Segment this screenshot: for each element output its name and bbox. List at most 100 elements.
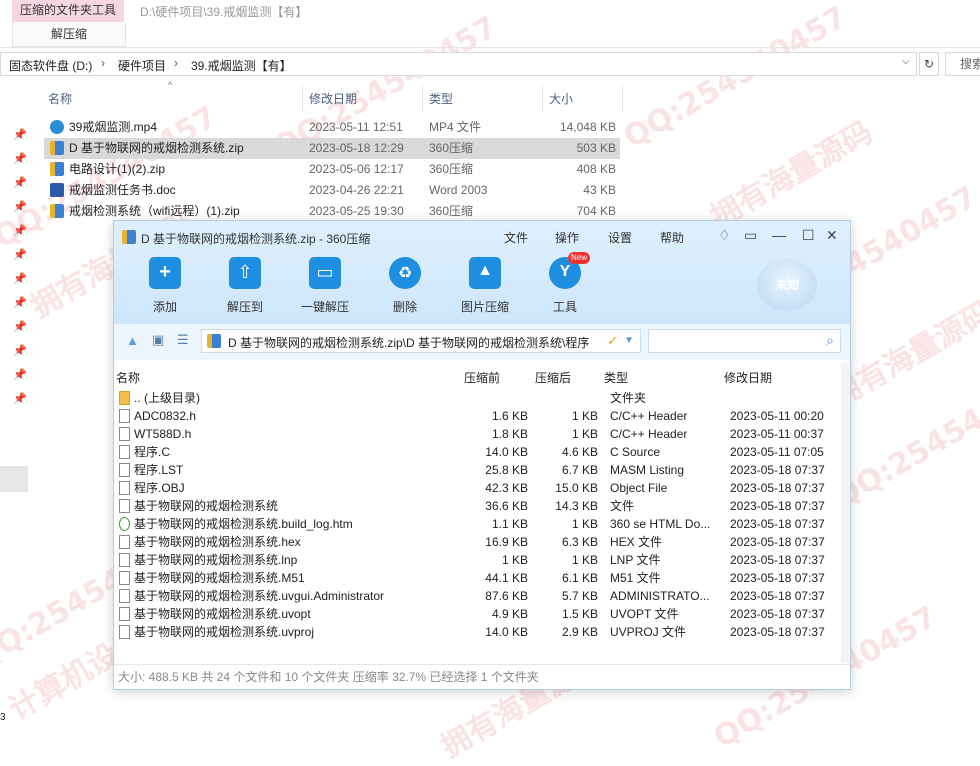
pin-icon[interactable]: 📌	[13, 224, 27, 237]
pin-icon[interactable]: 📌	[13, 152, 27, 165]
breadcrumb-folder[interactable]: 硬件项目	[118, 57, 166, 74]
close-button[interactable]: ✕	[826, 227, 838, 244]
menu-operation[interactable]: 操作	[555, 229, 579, 246]
zip-window[interactable]: D 基于物联网的戒烟检测系统.zip - 360压缩 文件 操作 设置 帮助 ♢…	[113, 220, 851, 690]
file-row[interactable]: 39戒烟监测.mp4 2023-05-11 12:51 MP4 文件 14,04…	[44, 117, 620, 138]
zip-row-packed: 42.3 KB	[485, 481, 528, 495]
menu-settings[interactable]: 设置	[608, 229, 632, 246]
one-click-extract-button[interactable]: ▭ 一键解压	[292, 257, 358, 315]
pin-icon[interactable]: 📌	[13, 344, 27, 357]
nav-pane-selected-item[interactable]	[0, 466, 28, 492]
file-row[interactable]: 电路设计(1)(2).zip 2023-05-06 12:17 360压缩 40…	[44, 159, 620, 180]
pin-icon[interactable]: 📌	[13, 296, 27, 309]
zip-row-name: .. (上级目录)	[134, 391, 200, 405]
pin-icon[interactable]: 📌	[13, 272, 27, 285]
context-tab-compressed-folder-tools[interactable]: 压缩的文件夹工具	[12, 0, 124, 22]
search-input[interactable]: 搜索	[945, 52, 980, 76]
zip-list-row[interactable]: 基于物联网的戒烟检测系统.uvgui.Administrator 87.6 KB…	[114, 587, 850, 605]
file-row[interactable]: 戒烟检测系统（wifi远程）(1).zip 2023-05-25 19:30 3…	[44, 201, 620, 222]
zip-list-row[interactable]: 基于物联网的戒烟检测系统.M51 44.1 KB 6.1 KB M51 文件 2…	[114, 569, 850, 587]
html-file-icon	[119, 517, 130, 531]
unknown-scan-badge[interactable]: 未知	[757, 259, 817, 311]
column-header-type[interactable]: 类型	[429, 90, 453, 107]
column-divider[interactable]	[542, 86, 543, 112]
zip-list-row[interactable]: 基于物联网的戒烟检测系统.hex 16.9 KB 6.3 KB HEX 文件 2…	[114, 533, 850, 551]
zip-list-row[interactable]: 程序.OBJ 42.3 KB 15.0 KB Object File 2023-…	[114, 479, 850, 497]
zip-list-row[interactable]: 基于物联网的戒烟检测系统.build_log.htm 1.1 KB 1 KB 3…	[114, 515, 850, 533]
file-date: 2023-05-25 19:30	[309, 204, 404, 218]
menu-file[interactable]: 文件	[504, 229, 528, 246]
pin-icon[interactable]: 📌	[13, 200, 27, 213]
column-divider[interactable]	[422, 86, 423, 112]
feedback-icon[interactable]: ▭	[744, 227, 757, 244]
tools-button[interactable]: Y 工具	[532, 257, 598, 315]
pin-icon[interactable]: 📌	[13, 320, 27, 333]
chevron-down-icon[interactable]: ⌵	[902, 56, 910, 67]
tab-extract[interactable]: 解压缩	[12, 22, 126, 47]
column-divider[interactable]	[302, 86, 303, 112]
zip-list-row[interactable]: 基于物联网的戒烟检测系统.uvopt 4.9 KB 1.5 KB UVOPT 文…	[114, 605, 850, 623]
zip-column-name[interactable]: 名称	[116, 369, 140, 386]
column-header-date[interactable]: 修改日期	[309, 90, 357, 107]
image-compress-button[interactable]: ▲ 图片压缩	[452, 257, 518, 315]
zip-search-input[interactable]: ⌕	[648, 329, 841, 353]
skin-icon[interactable]: ♢	[718, 227, 731, 244]
menu-help[interactable]: 帮助	[660, 229, 684, 246]
file-row[interactable]: 戒烟监测任务书.doc 2023-04-26 22:21 Word 2003 4…	[44, 180, 620, 201]
file-icon	[119, 589, 130, 603]
tool-label: 工具	[552, 300, 577, 314]
address-bar[interactable]: 固态软件盘 (D:) › 硬件项目 › 39.戒烟监测【有】	[0, 52, 917, 76]
breadcrumb-drive[interactable]: 固态软件盘 (D:)	[9, 57, 92, 74]
minimize-button[interactable]: —	[772, 227, 786, 243]
file-row-selected[interactable]: D 基于物联网的戒烟检测系统.zip 2023-05-18 12:29 360压…	[44, 138, 620, 159]
tool-label: 添加	[152, 300, 177, 314]
zip-row-name: 基于物联网的戒烟检测系统.uvgui.Administrator	[134, 589, 385, 603]
zip-row-date: 2023-05-18 07:37	[730, 571, 825, 585]
list-view-icon[interactable]: ☰	[177, 332, 189, 348]
file-icon	[119, 553, 130, 567]
zip-list-row[interactable]: 程序.LST 25.8 KB 6.7 KB MASM Listing 2023-…	[114, 461, 850, 479]
pin-icon[interactable]: 📌	[13, 248, 27, 261]
zip-path-field[interactable]: D 基于物联网的戒烟检测系统.zip\D 基于物联网的戒烟检测系统\程序 ✓ ▼	[201, 329, 641, 353]
refresh-button[interactable]: ↻	[919, 52, 939, 76]
zip-list-row[interactable]: ADC0832.h 1.6 KB 1 KB C/C++ Header 2023-…	[114, 407, 850, 425]
breadcrumb-current[interactable]: 39.戒烟监测【有】	[191, 57, 292, 74]
pin-icon[interactable]: 📌	[13, 128, 27, 141]
maximize-button[interactable]: ☐	[802, 227, 815, 244]
new-badge: New	[568, 252, 591, 264]
column-divider[interactable]	[622, 86, 623, 112]
zip-list-row[interactable]: WT588D.h 1.8 KB 1 KB C/C++ Header 2023-0…	[114, 425, 850, 443]
zip-row-date: 2023-05-18 07:37	[730, 535, 825, 549]
zip-list-row[interactable]: 程序.C 14.0 KB 4.6 KB C Source 2023-05-11 …	[114, 443, 850, 461]
zip-column-packed[interactable]: 压缩前	[464, 369, 500, 386]
pin-icon[interactable]: 📌	[13, 176, 27, 189]
zip-list-row[interactable]: .. (上级目录) 文件夹	[114, 389, 850, 407]
add-button[interactable]: + 添加	[132, 257, 198, 315]
tool-label: 删除	[392, 300, 417, 314]
zip-column-type[interactable]: 类型	[604, 369, 628, 386]
delete-button[interactable]: ♻ 删除	[372, 257, 438, 315]
zip-row-type: C Source	[610, 445, 661, 459]
extract-to-button[interactable]: ⇧ 解压到	[212, 257, 278, 315]
folder-icon	[119, 391, 130, 405]
file-type: MP4 文件	[429, 120, 482, 134]
breadcrumb-separator-icon: ›	[101, 56, 105, 70]
zip-column-unpacked[interactable]: 压缩后	[535, 369, 571, 386]
pin-icon[interactable]: 📌	[13, 368, 27, 381]
zip-row-unpacked: 6.7 KB	[561, 463, 598, 477]
chevron-down-icon[interactable]: ▼	[624, 335, 634, 346]
thumbnail-view-icon[interactable]: ▣	[152, 332, 164, 348]
up-arrow-icon[interactable]: ▲	[126, 333, 139, 348]
zip-status-bar: 大小: 488.5 KB 共 24 个文件和 10 个文件夹 压缩率 32.7%…	[114, 664, 850, 689]
pin-icon[interactable]: 📌	[13, 392, 27, 405]
zip-list-row[interactable]: 基于物联网的戒烟检测系统 36.6 KB 14.3 KB 文件 2023-05-…	[114, 497, 850, 515]
zip-column-date[interactable]: 修改日期	[724, 369, 772, 386]
column-header-size[interactable]: 大小	[549, 90, 573, 107]
zip-app-icon	[122, 230, 136, 244]
zip-list-row[interactable]: 基于物联网的戒烟检测系统.lnp 1 KB 1 KB LNP 文件 2023-0…	[114, 551, 850, 569]
column-header-name[interactable]: 名称	[48, 90, 72, 107]
search-icon[interactable]: ⌕	[826, 332, 834, 349]
zip-list-row[interactable]: 基于物联网的戒烟检测系统.uvproj 14.0 KB 2.9 KB UVPRO…	[114, 623, 850, 641]
file-icon	[119, 463, 130, 477]
zip-window-title: D 基于物联网的戒烟检测系统.zip - 360压缩	[141, 232, 371, 246]
